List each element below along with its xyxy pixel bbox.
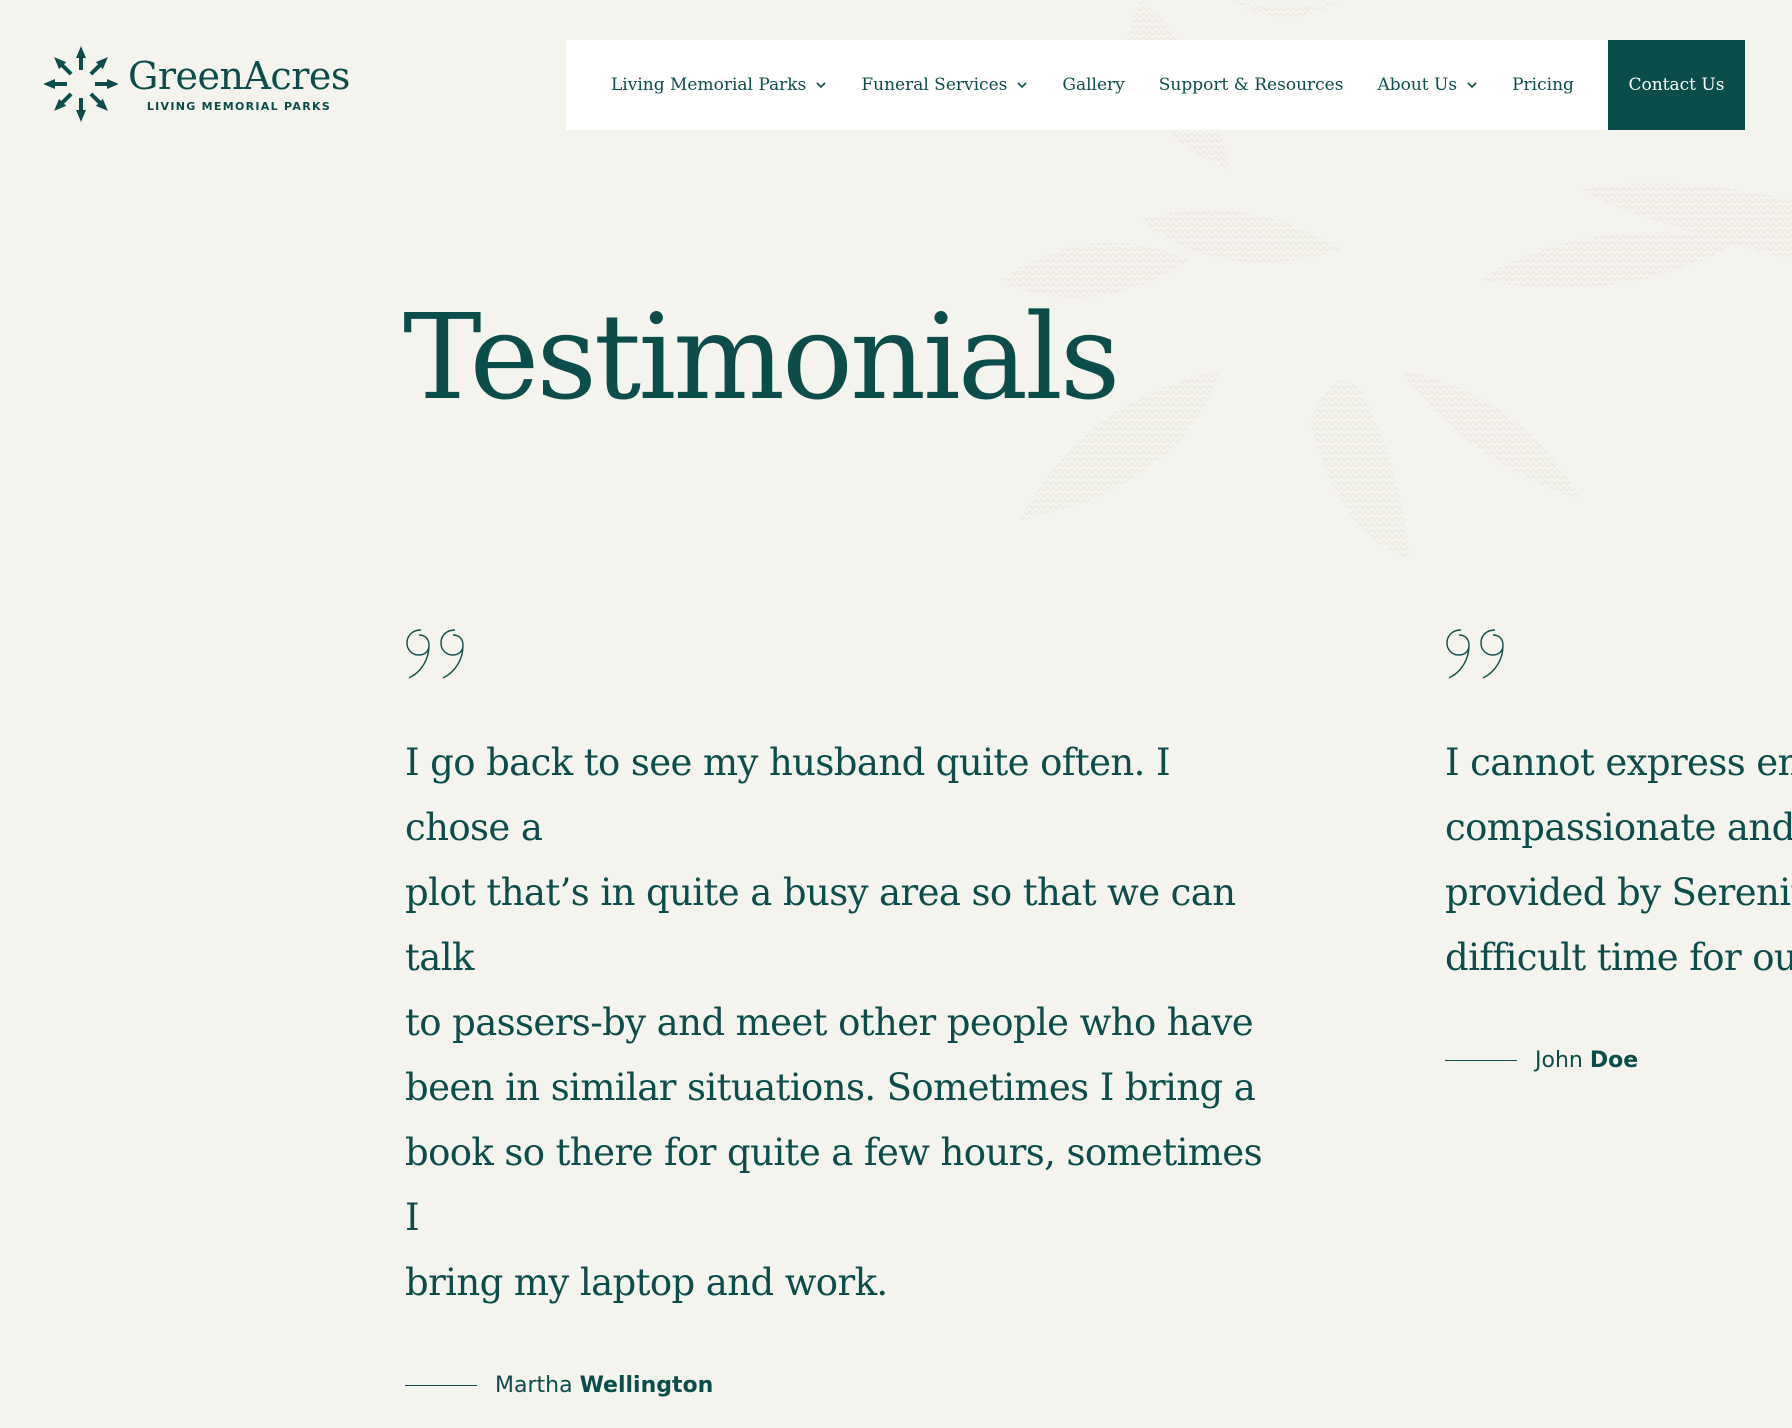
quote-line: I cannot express eno xyxy=(1445,741,1792,784)
main-navigation: Living Memorial Parks Funeral Services G… xyxy=(566,40,1745,130)
chevron-down-icon xyxy=(1467,82,1477,89)
nav-item-label: Pricing xyxy=(1512,75,1574,95)
quote-line: I go back to see my husband quite often.… xyxy=(405,741,1171,849)
author-first-name: John xyxy=(1535,1048,1583,1073)
testimonial-quote: I cannot express eno compassionate and p… xyxy=(1445,730,1792,990)
contact-us-button[interactable]: Contact Us xyxy=(1607,40,1745,130)
quote-line: been in similar situations. Sometimes I … xyxy=(405,1066,1256,1109)
author-first-name: Martha xyxy=(495,1373,573,1398)
brand-tagline: LIVING MEMORIAL PARKS xyxy=(146,99,332,113)
quote-line: provided by Serenity xyxy=(1445,871,1792,914)
quote-line: book so there for quite a few hours, som… xyxy=(405,1131,1263,1239)
nav-item-label: Funeral Services xyxy=(861,75,1008,95)
author-divider xyxy=(1445,1060,1517,1061)
quote-line: to passers-by and meet other people who … xyxy=(405,1001,1254,1044)
chevron-down-icon xyxy=(816,82,826,89)
author-divider xyxy=(405,1385,477,1386)
author-last-name: Wellington xyxy=(579,1373,714,1398)
nav-item-gallery[interactable]: Gallery xyxy=(1062,75,1124,95)
testimonial-card: I go back to see my husband quite often.… xyxy=(405,628,1265,1398)
nav-item-living-memorial-parks[interactable]: Living Memorial Parks xyxy=(611,75,827,95)
site-logo[interactable]: GreenAcres LIVING MEMORIAL PARKS xyxy=(44,44,350,124)
nav-item-funeral-services[interactable]: Funeral Services xyxy=(861,75,1028,95)
author-last-name: Doe xyxy=(1589,1048,1639,1073)
testimonial-quote: I go back to see my husband quite often.… xyxy=(405,730,1265,1315)
nav-item-label: Support & Resources xyxy=(1158,75,1344,95)
testimonial-author: John Doe xyxy=(1445,1048,1792,1073)
nav-item-label: Gallery xyxy=(1062,75,1125,95)
quote-icon xyxy=(406,629,464,679)
chevron-down-icon xyxy=(1017,82,1027,89)
quote-line: difficult time for our xyxy=(1445,936,1792,979)
testimonial-author: Martha Wellington xyxy=(405,1373,1265,1398)
testimonial-card: I cannot express eno compassionate and p… xyxy=(1445,628,1792,1073)
quote-icon xyxy=(1446,629,1504,679)
quote-line: plot that’s in quite a busy area so that… xyxy=(405,871,1236,979)
page-title: Testimonials xyxy=(403,288,1120,426)
nav-item-label: Living Memorial Parks xyxy=(611,75,807,95)
brand-name: GreenAcres xyxy=(128,53,350,98)
quote-line: bring my laptop and work. xyxy=(405,1261,888,1304)
nav-item-label: About Us xyxy=(1377,75,1458,95)
starburst-logo-icon xyxy=(44,46,118,122)
nav-item-pricing[interactable]: Pricing xyxy=(1512,75,1574,95)
quote-line: compassionate and p xyxy=(1445,806,1792,849)
nav-item-support-resources[interactable]: Support & Resources xyxy=(1159,75,1344,95)
nav-item-about-us[interactable]: About Us xyxy=(1377,75,1478,95)
